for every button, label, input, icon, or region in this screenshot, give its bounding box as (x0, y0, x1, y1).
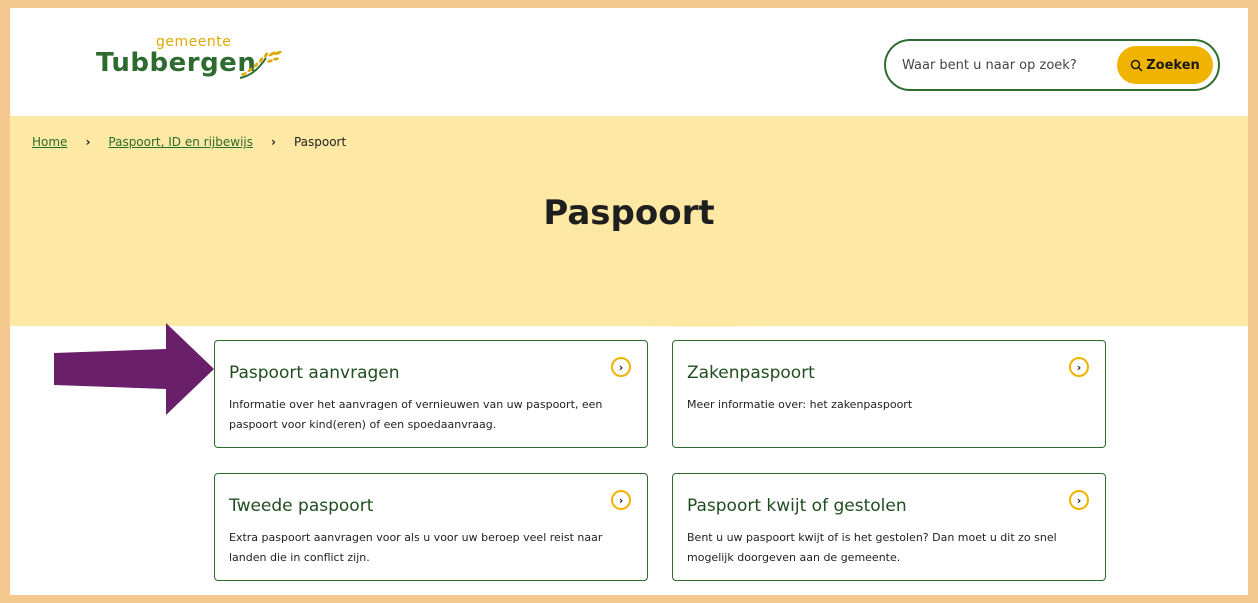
card-description: Bent u uw paspoort kwijt of is het gesto… (687, 531, 1057, 564)
annotation-arrow-icon (54, 323, 214, 415)
search-button[interactable]: Zoeken (1117, 46, 1213, 84)
search-icon (1130, 59, 1143, 72)
card-title: Tweede paspoort (229, 496, 374, 516)
card-zakenpaspoort[interactable]: Zakenpaspoort Meer informatie over: het … (672, 340, 1106, 448)
search-input[interactable] (902, 55, 1102, 75)
card-title: Paspoort aanvragen (229, 363, 400, 383)
card-description: Meer informatie over: het zakenpaspoort (687, 398, 913, 411)
chevron-right-icon: › (1069, 357, 1089, 377)
card-title: Paspoort kwijt of gestolen (687, 496, 907, 516)
card-title: Zakenpaspoort (687, 363, 815, 383)
breadcrumb: Home › Paspoort, ID en rijbewijs › Paspo… (32, 135, 346, 149)
site-logo[interactable]: gemeente Tubbergen (96, 34, 306, 94)
site-header: gemeente Tubbergen Waar bent u naar op z… (10, 8, 1248, 116)
card-description: Informatie over het aanvragen of vernieu… (229, 398, 603, 431)
chevron-right-icon: › (271, 135, 276, 149)
wheat-icon (239, 51, 282, 79)
card-description: Extra paspoort aanvragen voor als u voor… (229, 531, 603, 564)
card-tweede-paspoort[interactable]: Tweede paspoort Extra paspoort aanvragen… (214, 473, 648, 581)
chevron-right-icon: › (1069, 490, 1089, 510)
chevron-right-icon: › (611, 357, 631, 377)
breadcrumb-home-link[interactable]: Home (32, 135, 67, 149)
chevron-right-icon: › (85, 135, 91, 149)
card-paspoort-kwijt-of-gestolen[interactable]: Paspoort kwijt of gestolen Bent u uw pas… (672, 473, 1106, 581)
page-frame: gemeente Tubbergen Waar bent u naar op z… (10, 8, 1248, 595)
breadcrumb-current: Paspoort (293, 135, 347, 149)
breadcrumb-parent-link[interactable]: Paspoort, ID en rijbewijs (108, 135, 253, 149)
page-title: Paspoort (543, 193, 715, 233)
search-form: Zoeken (884, 39, 1220, 91)
chevron-right-icon: › (611, 490, 631, 510)
search-button-label: Zoeken (1146, 57, 1200, 73)
card-paspoort-aanvragen[interactable]: Paspoort aanvragen Informatie over het a… (214, 340, 648, 448)
logo-main-text: Tubbergen (96, 48, 257, 78)
